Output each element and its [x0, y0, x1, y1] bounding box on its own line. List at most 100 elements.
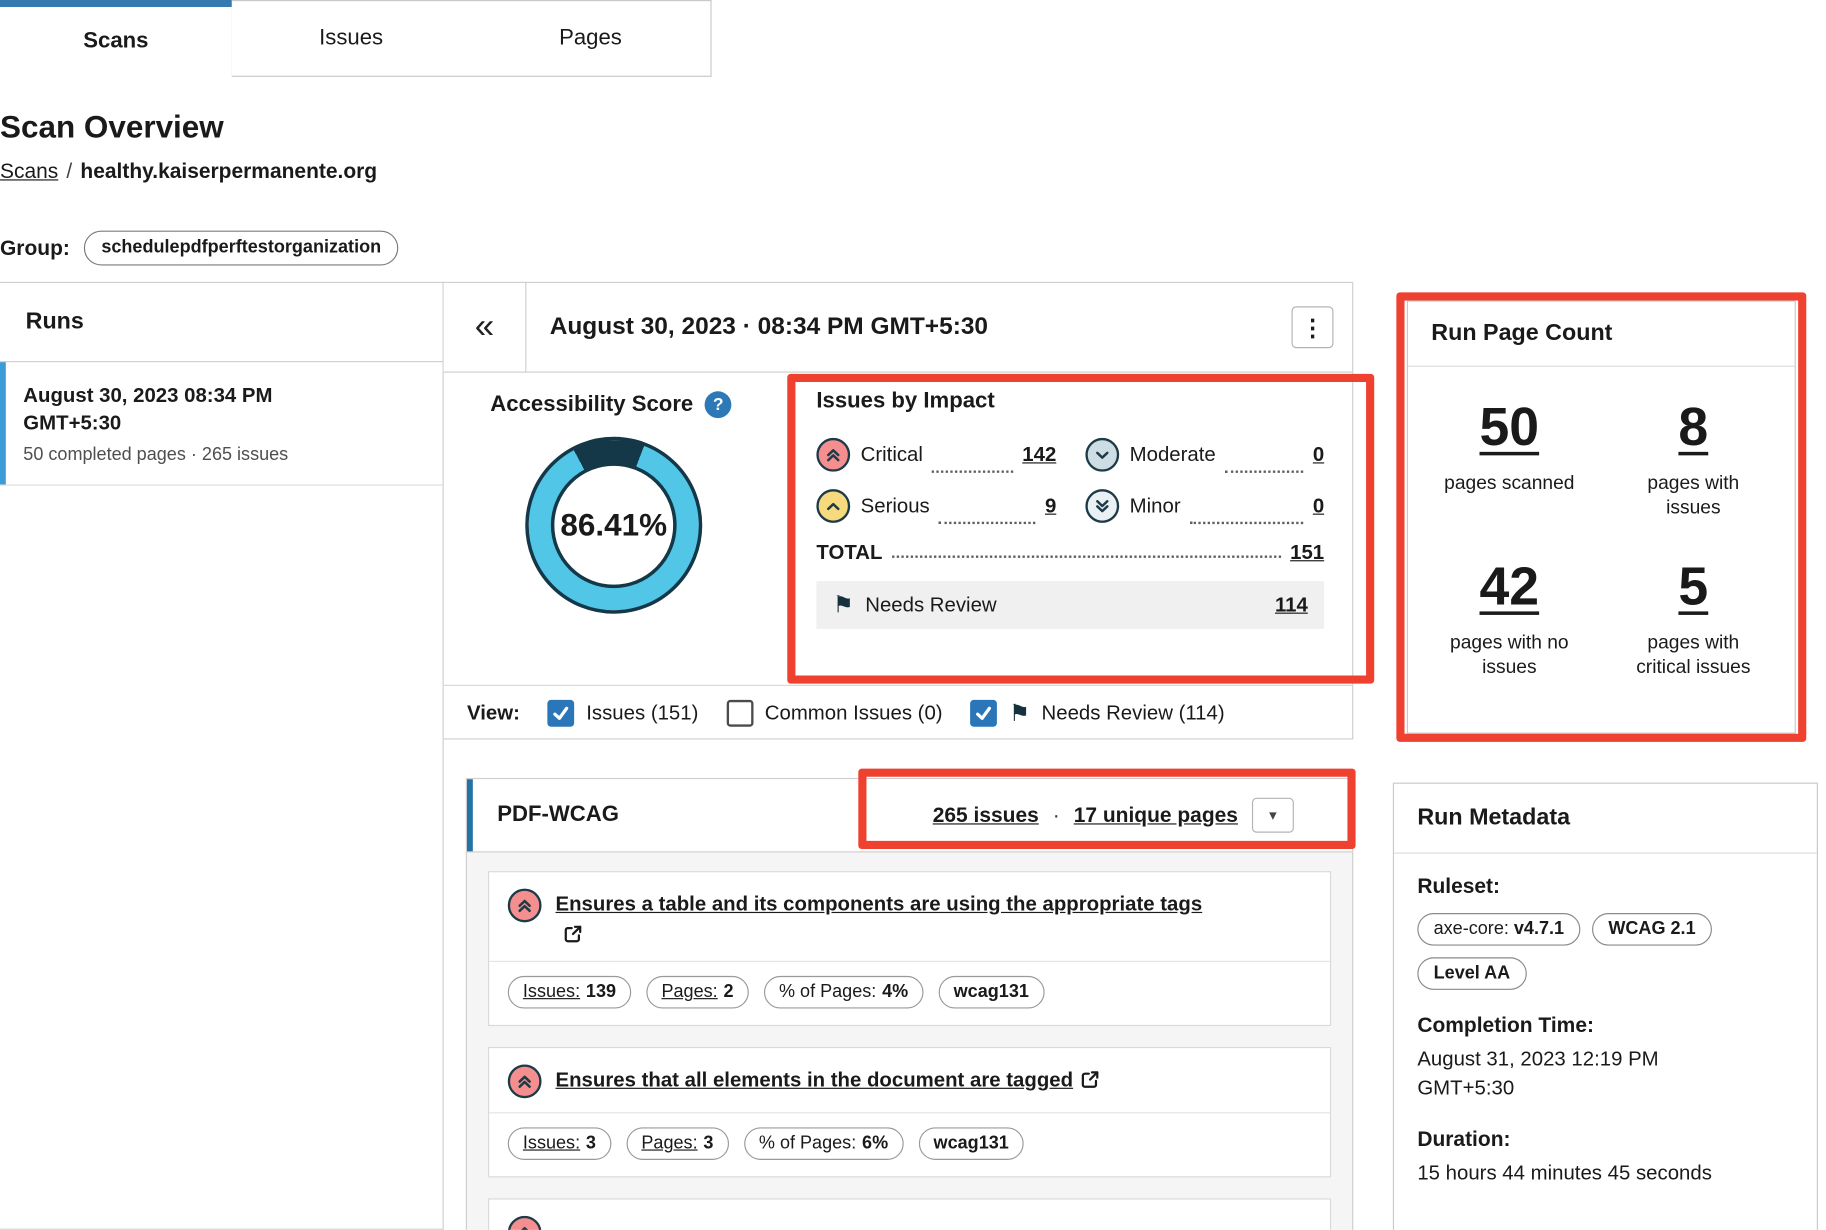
- issues-badge-value: 3: [586, 1133, 596, 1154]
- collapse-runs-button[interactable]: «: [444, 283, 527, 372]
- pages-no-issues-link[interactable]: 42: [1480, 554, 1540, 617]
- dotted-leader: [892, 556, 1281, 558]
- accessibility-score-value: 86.41%: [560, 507, 667, 543]
- duration-label: Duration:: [1417, 1127, 1793, 1151]
- check-icon: [551, 703, 571, 723]
- rule-title-link[interactable]: Ensures that all elements in the documen…: [556, 1068, 1074, 1091]
- needs-review-count-link[interactable]: 114: [1275, 593, 1308, 617]
- minor-count-link[interactable]: 0: [1313, 493, 1324, 517]
- view-issues-option[interactable]: Issues (151): [548, 700, 699, 727]
- view-needs-review-label: Needs Review (114): [1042, 701, 1225, 725]
- pages-with-issues-label: pages with issues: [1619, 472, 1768, 522]
- total-count-link[interactable]: 151: [1290, 540, 1324, 564]
- pages-badge-value: 2: [724, 982, 734, 1003]
- run-metadata-panel: Run Metadata Ruleset: axe-core: v4.7.1 W…: [1393, 783, 1818, 1230]
- tab-scans-label: Scans: [83, 29, 148, 55]
- view-filter-row: View: Issues (151) Common Issues (0): [444, 685, 1352, 741]
- issues-badge-link[interactable]: Issues:: [523, 1133, 580, 1154]
- check-icon: [974, 703, 994, 723]
- group-label: Group:: [0, 236, 70, 260]
- tab-issues-label: Issues: [319, 26, 383, 52]
- total-row: TOTAL 151: [816, 540, 1324, 564]
- accessibility-score-label: Accessibility Score: [490, 392, 693, 418]
- view-issues-label: Issues (151): [586, 701, 698, 725]
- moderate-row: Moderate 0: [1085, 429, 1324, 480]
- pages-badge-link[interactable]: Pages:: [661, 982, 717, 1003]
- pages-badge-link[interactable]: Pages:: [641, 1133, 697, 1154]
- issues-count-link[interactable]: 265 issues: [933, 803, 1039, 827]
- pages-badge-value: 3: [703, 1133, 713, 1154]
- critical-label: Critical: [861, 442, 923, 466]
- issues-badge-link[interactable]: Issues:: [523, 982, 580, 1003]
- chevron-down-icon: ▾: [1269, 806, 1277, 825]
- tab-scans[interactable]: Scans: [0, 0, 233, 77]
- runs-panel-title: Runs: [0, 283, 443, 362]
- needs-review-checkbox[interactable]: [971, 700, 998, 727]
- external-link-icon[interactable]: [563, 924, 584, 945]
- moderate-label: Moderate: [1130, 442, 1216, 466]
- issues-badge-value: 139: [586, 982, 616, 1003]
- accessibility-score-section: Accessibility Score ? 86.41%: [490, 391, 731, 613]
- tab-pages[interactable]: Pages: [470, 0, 711, 77]
- ruleset-label: Ruleset:: [1417, 875, 1793, 899]
- moderate-icon: [1085, 437, 1119, 471]
- flag-icon: ⚑: [1009, 702, 1030, 725]
- issues-badge: Issues: 3: [508, 1128, 611, 1161]
- view-needs-review-option[interactable]: ⚑ Needs Review (114): [971, 700, 1225, 727]
- dotted-leader: [932, 470, 1013, 472]
- pdf-wcag-rule-list: Ensures a table and its components are u…: [467, 852, 1352, 1229]
- common-issues-checkbox[interactable]: [726, 700, 753, 727]
- view-label: View:: [467, 701, 520, 725]
- pages-badge: Pages: 2: [646, 976, 748, 1009]
- serious-icon: [816, 489, 850, 523]
- pages-with-issues-link[interactable]: 8: [1678, 395, 1708, 458]
- serious-count-link[interactable]: 9: [1045, 493, 1056, 517]
- issues-checkbox[interactable]: [548, 700, 575, 727]
- help-icon[interactable]: ?: [705, 391, 732, 418]
- run-page-count-panel: Run Page Count 50 pages scanned 8 pages …: [1407, 300, 1796, 733]
- external-link-icon[interactable]: [1080, 1069, 1101, 1090]
- view-common-issues-label: Common Issues (0): [765, 701, 943, 725]
- issues-by-impact-title: Issues by Impact: [816, 389, 1324, 415]
- moderate-count-link[interactable]: 0: [1313, 442, 1324, 466]
- pdf-wcag-card: PDF-WCAG 265 issues · 17 unique pages ▾ …: [466, 778, 1353, 1230]
- run-actions-menu-button[interactable]: ⋮: [1292, 306, 1334, 348]
- run-list-item[interactable]: August 30, 2023 08:34 PM GMT+5:30 50 com…: [0, 362, 443, 486]
- axe-core-prefix: axe-core:: [1434, 919, 1514, 939]
- pages-scanned-link[interactable]: 50: [1480, 395, 1540, 458]
- pdf-wcag-dropdown-button[interactable]: ▾: [1252, 798, 1294, 833]
- critical-count-link[interactable]: 142: [1022, 442, 1056, 466]
- run-metadata-title: Run Metadata: [1394, 784, 1817, 854]
- issues-by-impact-section: Issues by Impact Critical 142: [816, 389, 1324, 629]
- tab-issues[interactable]: Issues: [232, 0, 472, 77]
- pages-scanned-label: pages scanned: [1435, 472, 1584, 497]
- critical-icon: [508, 1065, 542, 1099]
- pages-badge: Pages: 3: [626, 1128, 728, 1161]
- pct-pages-badge: % of Pages:6%: [744, 1128, 904, 1161]
- unique-pages-link[interactable]: 17 unique pages: [1074, 803, 1238, 827]
- dotted-leader: [1225, 470, 1303, 472]
- serious-row: Serious 9: [816, 480, 1056, 531]
- dot-separator: ·: [1053, 803, 1060, 827]
- stat-pages-critical-issues: 5 pages with critical issues: [1601, 554, 1785, 681]
- view-common-issues-option[interactable]: Common Issues (0): [726, 700, 942, 727]
- breadcrumb-scans-link[interactable]: Scans: [0, 160, 58, 183]
- pct-pages-badge: % of Pages:4%: [764, 976, 924, 1009]
- pages-critical-issues-label: pages with critical issues: [1619, 631, 1768, 681]
- pdf-wcag-title: PDF-WCAG: [467, 802, 619, 828]
- completion-time-value: August 31, 2023 12:19 PM GMT+5:30: [1417, 1045, 1743, 1104]
- total-label: TOTAL: [816, 540, 882, 564]
- rule-card: Ensures a table and its components are u…: [488, 871, 1331, 1026]
- pages-critical-issues-link[interactable]: 5: [1678, 554, 1708, 617]
- critical-icon: [508, 1216, 542, 1230]
- run-detail-title: August 30, 2023 · 08:34 PM GMT+5:30: [526, 283, 988, 372]
- rule-title-link[interactable]: Ensures a table and its components are u…: [556, 892, 1203, 915]
- critical-row: Critical 142: [816, 429, 1056, 480]
- wcag-tag-value: wcag131: [954, 982, 1029, 1003]
- kebab-icon: ⋮: [1301, 313, 1324, 342]
- group-badge: schedulepdfperftestorganization: [84, 231, 399, 266]
- tabbar: Scans Issues Pages: [0, 0, 712, 77]
- axe-core-version: v4.7.1: [1514, 919, 1564, 939]
- pct-pages-badge-label: % of Pages:: [779, 982, 876, 1003]
- flag-icon: ⚑: [833, 593, 854, 616]
